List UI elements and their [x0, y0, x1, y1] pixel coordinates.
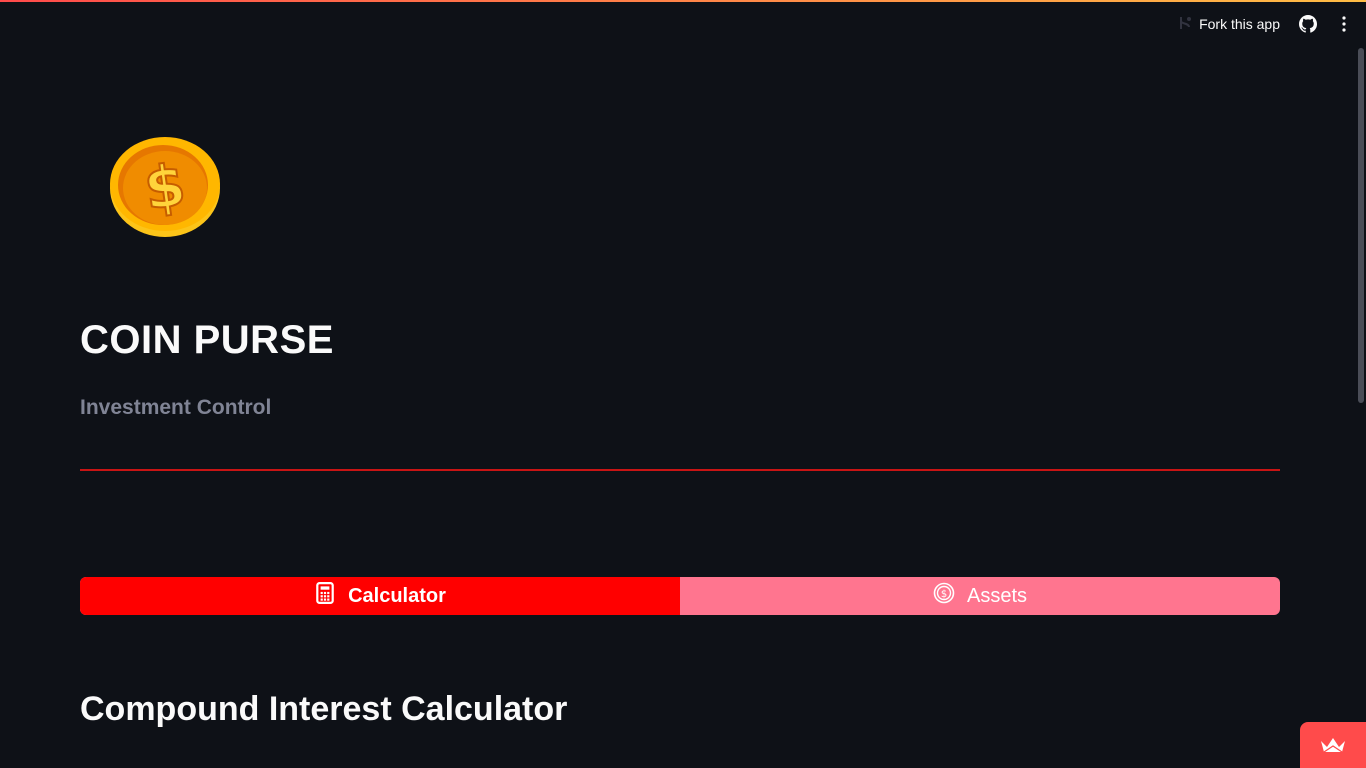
top-decoration-bar — [0, 0, 1366, 2]
tab-calculator-label: Calculator — [348, 584, 446, 607]
streamlit-crown-icon[interactable] — [1300, 722, 1366, 768]
svg-text:$: $ — [941, 589, 947, 600]
fork-label: Fork this app — [1199, 16, 1280, 32]
github-icon[interactable] — [1298, 14, 1318, 34]
fork-icon — [1177, 15, 1193, 34]
tab-assets[interactable]: $ Assets — [680, 577, 1280, 615]
tab-calculator[interactable]: Calculator — [80, 577, 680, 615]
app-subtitle: Investment Control — [80, 396, 272, 419]
header-divider — [80, 469, 1280, 471]
fork-app-button[interactable]: Fork this app — [1177, 15, 1280, 34]
tab-assets-label: Assets — [966, 584, 1028, 607]
kebab-menu-icon[interactable] — [1334, 14, 1354, 34]
page-scrollbar[interactable] — [1358, 48, 1364, 403]
navigation-tabs: Calculator $ Assets — [80, 577, 1280, 615]
coin-dollar-icon: $ — [108, 135, 222, 239]
section-title: Compound Interest Calculator — [80, 690, 568, 728]
coin-icon: $ — [933, 582, 955, 610]
calculator-icon — [314, 582, 336, 610]
app-title: COIN PURSE — [80, 318, 334, 362]
header-toolbar: Fork this app — [1177, 12, 1354, 36]
